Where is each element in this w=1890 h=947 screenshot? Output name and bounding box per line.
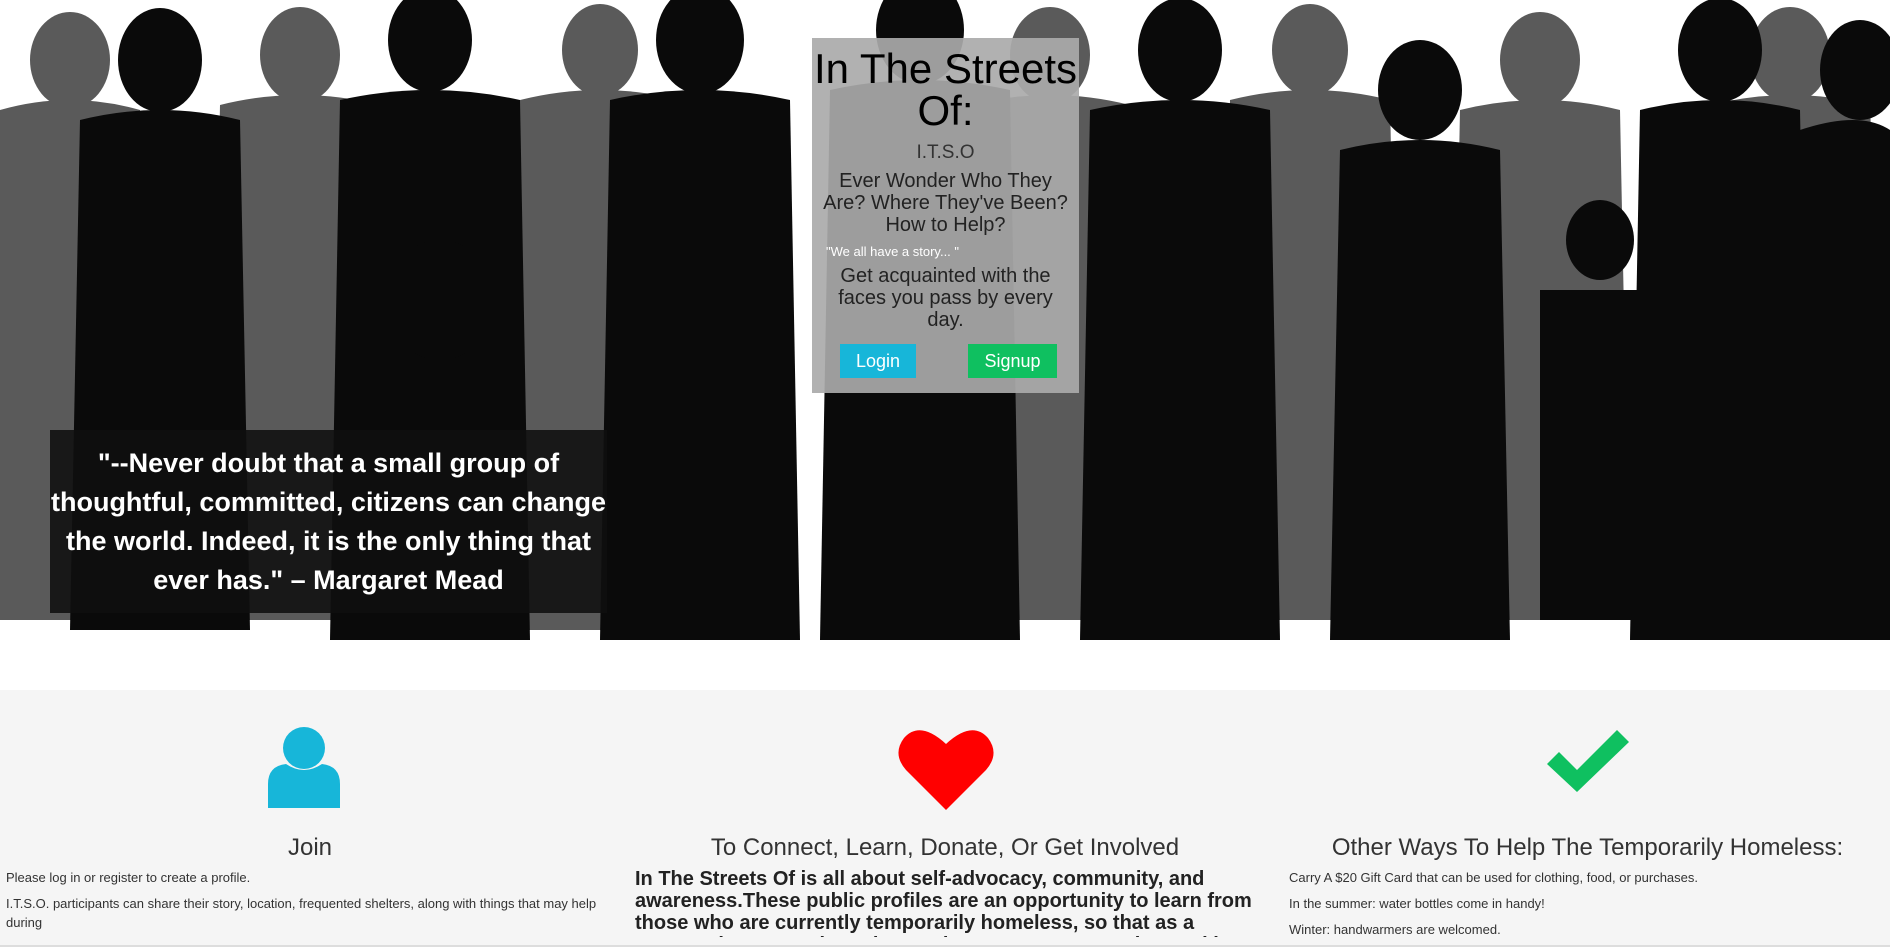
join-line: Please log in or register to create a pr… <box>6 870 251 885</box>
hero-tagline: Get acquainted with the faces you pass b… <box>838 265 1053 331</box>
help-line: Carry A $20 Gift Card that can be used f… <box>1289 870 1699 885</box>
user-icon <box>268 727 340 808</box>
join-body: Please log in or register to create a pr… <box>6 868 618 939</box>
site-acronym: I.T.S.O <box>916 142 975 163</box>
connect-title: To Connect, Learn, Donate, Or Get Involv… <box>710 834 1180 861</box>
help-line: Winter: handwarmers are welcomed. <box>1289 922 1501 937</box>
quote-box: "--Never doubt that a small group of tho… <box>50 430 607 613</box>
about-text: In The Streets Of is all about self-advo… <box>635 868 1252 937</box>
story-caption: "We all have a story... " <box>826 244 960 259</box>
hero-card: In The Streets Of: I.T.S.O Ever Wonder W… <box>812 38 1079 393</box>
auth-buttons: Login Signup <box>812 344 1079 378</box>
hero-section: In The Streets Of: I.T.S.O Ever Wonder W… <box>0 0 1890 690</box>
help-line: In the summer: water bottles come in han… <box>1289 896 1545 911</box>
help-title: Other Ways To Help The Temporarily Homel… <box>1331 834 1844 861</box>
join-title: Join <box>287 834 333 861</box>
check-icon <box>1547 730 1629 792</box>
features-section: Join Please log in or register to create… <box>0 690 1890 947</box>
signup-button[interactable]: Signup <box>968 344 1057 378</box>
hero-question: Ever Wonder Who They Are? Where They've … <box>823 170 1068 236</box>
site-title: In The Streets Of: <box>813 45 1078 134</box>
login-button[interactable]: Login <box>840 344 916 378</box>
heart-icon <box>898 730 994 810</box>
help-body: Carry A $20 Gift Card that can be used f… <box>1289 868 1889 946</box>
join-line: I.T.S.O. participants can share their st… <box>6 896 597 930</box>
